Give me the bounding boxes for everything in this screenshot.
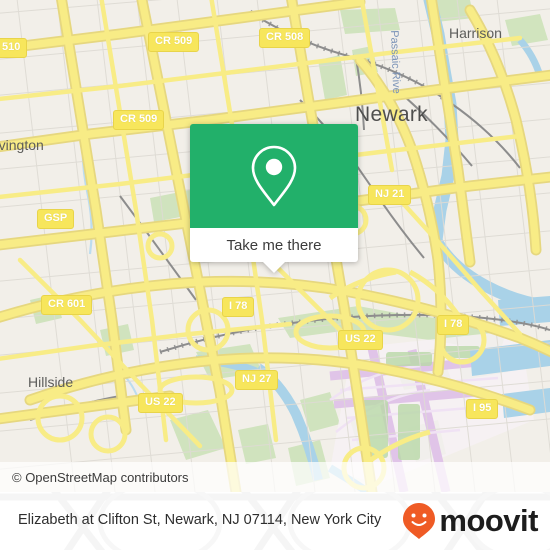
road-shield-510[interactable]: 510 [0,38,28,58]
location-address: Elizabeth at Clifton St, Newark, NJ 0711… [18,512,382,529]
road-shield-i78-b[interactable]: I 78 [437,315,470,335]
water-label-passaic-river: Passaic Rive [388,30,403,94]
osm-attribution-text[interactable]: © OpenStreetMap contributors [12,470,189,485]
map-canvas[interactable]: Newark Harrison rvington Hillside Passai… [0,0,550,492]
road-shield-cr509-b[interactable]: CR 509 [113,110,165,130]
location-popup[interactable]: Take me there [190,124,358,273]
road-shield-cr508[interactable]: CR 508 [259,28,311,48]
footer-bar: Elizabeth at Clifton St, Newark, NJ 0711… [0,492,550,550]
road-shield-us22-a[interactable]: US 22 [338,330,383,350]
moovit-wordmark: moovit [439,503,538,538]
map-pin-icon [251,145,297,207]
road-shield-i78-a[interactable]: I 78 [222,297,255,317]
road-shield-cr601[interactable]: CR 601 [41,295,93,315]
popup-action-bar[interactable]: Take me there [190,228,358,262]
screenshot-root: Newark Harrison rvington Hillside Passai… [0,0,550,550]
moovit-logo[interactable]: moovit [402,502,550,540]
popup-header [190,124,358,228]
road-shield-nj27[interactable]: NJ 27 [235,370,279,390]
road-shield-gsp[interactable]: GSP [37,209,75,229]
road-shield-cr509-a[interactable]: CR 509 [148,32,200,52]
road-shield-nj21[interactable]: NJ 21 [368,185,412,205]
popup-pointer [263,262,285,273]
take-me-there-label: Take me there [226,236,322,254]
moovit-pin-icon [403,503,436,539]
map-attribution: © OpenStreetMap contributors [0,462,550,492]
road-shield-us22-b[interactable]: US 22 [138,393,183,413]
road-shield-i95[interactable]: I 95 [466,399,499,419]
